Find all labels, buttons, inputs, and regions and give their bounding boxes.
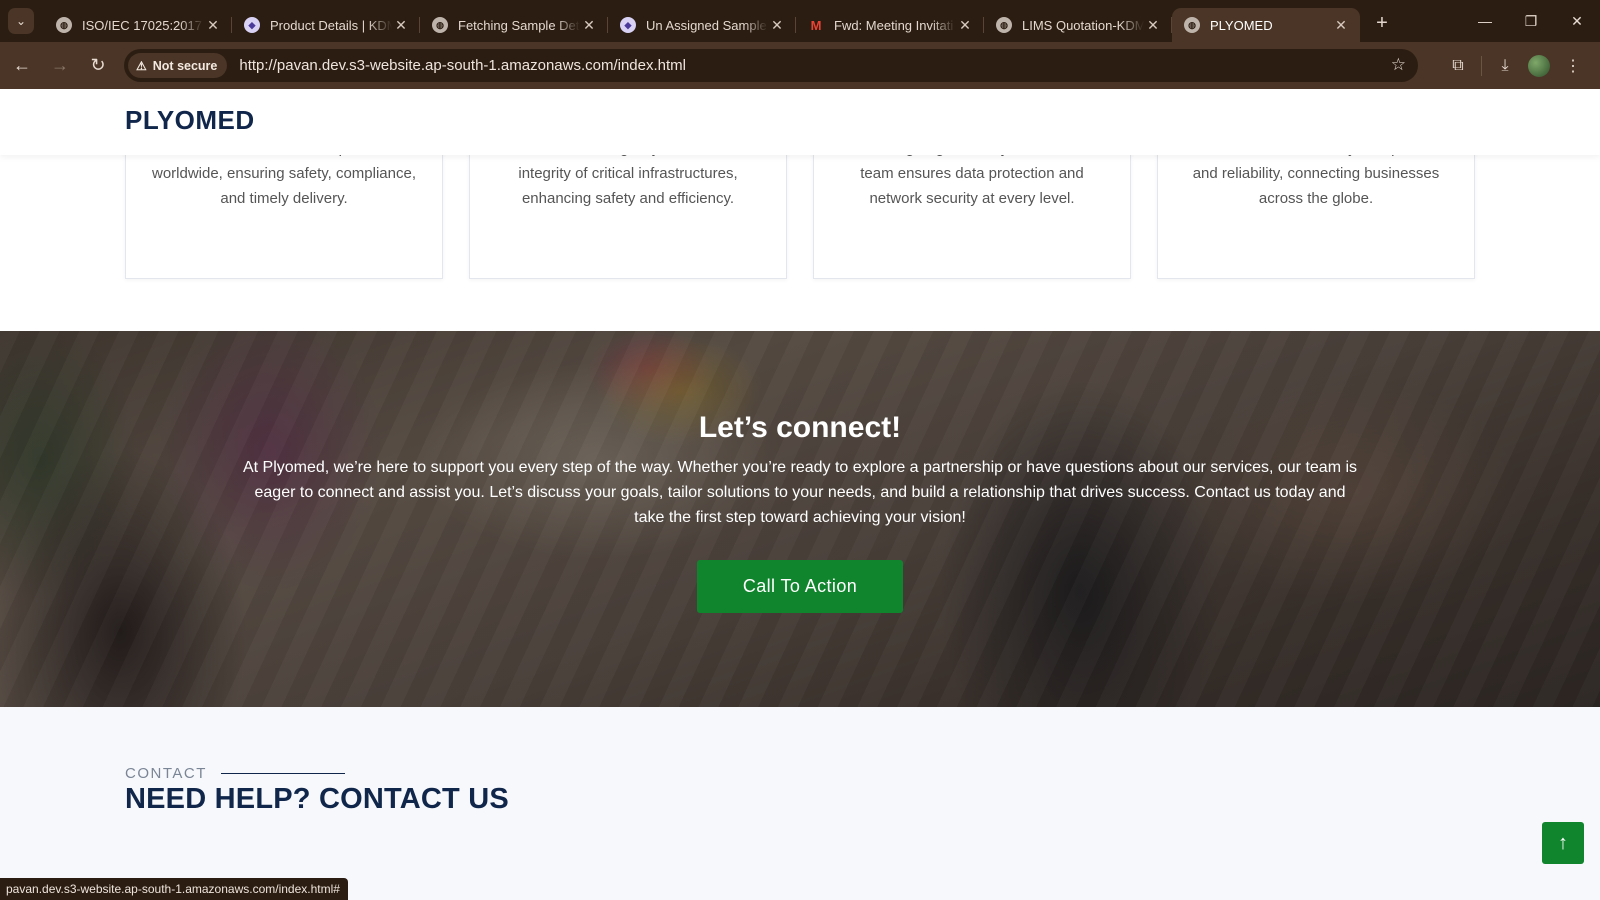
tab-list: ◍ ISO/IEC 17025:2017 ✕ ◆ Product Details…	[44, 0, 1360, 42]
tab-title: Fetching Sample Det	[458, 17, 580, 33]
site-logo[interactable]: PLYOMED	[125, 105, 255, 136]
contact-eyebrow-label: CONTACT	[125, 765, 207, 782]
close-icon[interactable]: ✕	[956, 17, 974, 34]
kebab-menu-icon[interactable]: ⋮	[1556, 49, 1590, 82]
globe-icon: ◍	[56, 17, 72, 33]
window-controls: — ❐ ✕	[1462, 0, 1600, 42]
call-to-action-button[interactable]: Call To Action	[697, 560, 903, 613]
globe-icon: ◍	[432, 17, 448, 33]
status-url-bubble: pavan.dev.s3-website.ap-south-1.amazonaw…	[0, 878, 348, 900]
close-icon[interactable]: ✕	[580, 17, 598, 34]
toolbar-divider	[1481, 55, 1482, 76]
kdm-icon: ◆	[620, 17, 636, 33]
eyebrow-divider	[220, 773, 345, 774]
extensions-puzzle-icon[interactable]: ⧉	[1441, 49, 1475, 82]
tab-title: Product Details | KDM	[270, 17, 392, 33]
address-bar[interactable]: ⚠ Not secure http://pavan.dev.s3-website…	[124, 49, 1418, 82]
toolbar-actions: ⧉ ⤓ ⋮	[1441, 49, 1590, 82]
kdm-icon: ◆	[244, 17, 260, 33]
minimize-icon[interactable]: —	[1462, 0, 1508, 42]
close-icon[interactable]: ✕	[768, 17, 786, 34]
bookmark-star-icon[interactable]: ☆	[1391, 55, 1406, 75]
close-icon[interactable]: ✕	[204, 17, 222, 34]
connect-heading: Let’s connect!	[698, 411, 902, 444]
web-page: PLYOMED and essential healthcare product…	[0, 89, 1600, 900]
browser-tab-strip: ⌄ ◍ ISO/IEC 17025:2017 ✕ ◆ Product Detai…	[0, 0, 1600, 42]
browser-tab-active[interactable]: ◍ PLYOMED ✕	[1172, 8, 1360, 42]
tab-search-chevron-icon[interactable]: ⌄	[8, 8, 34, 34]
close-icon[interactable]: ✕	[1332, 17, 1350, 34]
back-to-top-arrow-icon[interactable]: ↑	[1542, 822, 1584, 864]
tab-title: Un Assigned Sample	[646, 17, 767, 33]
new-tab-plus-icon[interactable]: +	[1368, 9, 1396, 37]
back-arrow-icon[interactable]: ←	[6, 50, 38, 82]
tab-title: LIMS Quotation-KDM	[1022, 17, 1144, 33]
browser-tab[interactable]: ◍ LIMS Quotation-KDM ✕	[984, 8, 1172, 42]
reload-icon[interactable]: ↻	[82, 50, 114, 82]
avatar	[1528, 54, 1550, 77]
connect-banner: Let’s connect! At Plyomed, we’re here to…	[0, 331, 1600, 707]
browser-tab[interactable]: ◍ Fetching Sample Det ✕	[420, 8, 608, 42]
window-close-icon[interactable]: ✕	[1554, 0, 1600, 42]
security-label: Not secure	[152, 58, 218, 73]
contact-heading: NEED HELP? CONTACT US	[125, 783, 509, 815]
warning-triangle-icon: ⚠	[136, 58, 147, 73]
browser-tab[interactable]: M Fwd: Meeting Invitati ✕	[796, 8, 984, 42]
close-icon[interactable]: ✕	[1144, 17, 1162, 34]
connect-body-text: At Plyomed, we’re here to support you ev…	[242, 459, 1358, 526]
download-icon[interactable]: ⤓	[1488, 49, 1522, 82]
globe-icon: ◍	[996, 17, 1012, 33]
restore-icon[interactable]: ❐	[1508, 0, 1554, 42]
security-chip[interactable]: ⚠ Not secure	[128, 53, 228, 78]
browser-tab[interactable]: ◆ Product Details | KDM ✕	[232, 8, 420, 42]
url-text[interactable]: http://pavan.dev.s3-website.ap-south-1.a…	[239, 57, 686, 74]
tab-title: Fwd: Meeting Invitati	[834, 17, 954, 33]
tab-title: ISO/IEC 17025:2017	[82, 17, 202, 33]
contact-section: CONTACT NEED HELP? CONTACT US	[0, 707, 1600, 900]
gmail-icon: M	[810, 17, 822, 33]
site-header: PLYOMED	[0, 89, 1600, 155]
browser-tab[interactable]: ◆ Un Assigned Sample ✕	[608, 8, 796, 42]
forward-arrow-icon[interactable]: →	[44, 50, 76, 82]
tab-title: PLYOMED	[1210, 17, 1273, 33]
browser-toolbar: ← → ↻ ⚠ Not secure http://pavan.dev.s3-w…	[0, 42, 1600, 89]
close-icon[interactable]: ✕	[392, 17, 410, 34]
browser-tab[interactable]: ◍ ISO/IEC 17025:2017 ✕	[44, 8, 232, 42]
profile-avatar[interactable]	[1522, 49, 1556, 82]
contact-eyebrow: CONTACT	[125, 765, 345, 782]
globe-icon: ◍	[1184, 17, 1200, 33]
